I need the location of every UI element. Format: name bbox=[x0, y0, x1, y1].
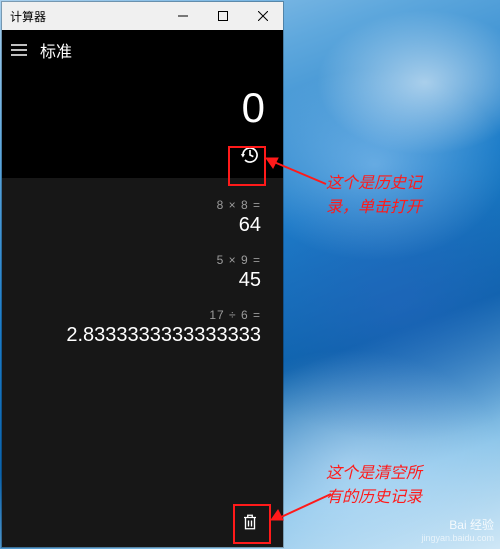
history-item[interactable]: 17 ÷ 6 = 2.8333333333333333 bbox=[2, 302, 283, 357]
menu-button[interactable] bbox=[8, 39, 30, 61]
watermark-brand: Bai 经验 bbox=[449, 518, 494, 532]
clear-history-button[interactable] bbox=[235, 507, 265, 537]
history-expression: 5 × 9 = bbox=[24, 253, 261, 267]
history-item[interactable]: 5 × 9 = 45 bbox=[2, 247, 283, 302]
calculator-body: 标准 0 8 × 8 = 64 5 × 9 = 45 bbox=[2, 30, 283, 547]
trash-icon bbox=[241, 513, 259, 531]
history-panel: 8 × 8 = 64 5 × 9 = 45 17 ÷ 6 = 2.8333333… bbox=[2, 178, 283, 547]
display-value: 0 bbox=[2, 66, 283, 140]
calculator-window: 计算器 标准 0 bbox=[2, 2, 283, 547]
history-result: 64 bbox=[24, 214, 261, 237]
history-result: 45 bbox=[24, 269, 261, 292]
minimize-icon bbox=[178, 11, 188, 21]
window-title: 计算器 bbox=[2, 8, 163, 25]
watermark-sub: jingyan.baidu.com bbox=[421, 533, 494, 543]
maximize-button[interactable] bbox=[203, 2, 243, 30]
history-expression: 8 × 8 = bbox=[24, 198, 261, 212]
close-icon bbox=[258, 11, 268, 21]
history-toggle-row bbox=[2, 140, 283, 178]
titlebar: 计算器 bbox=[2, 2, 283, 30]
history-list: 8 × 8 = 64 5 × 9 = 45 17 ÷ 6 = 2.8333333… bbox=[2, 192, 283, 507]
mode-label: 标准 bbox=[40, 38, 72, 62]
close-button[interactable] bbox=[243, 2, 283, 30]
watermark: Bai 经验 jingyan.baidu.com bbox=[421, 518, 494, 545]
history-result: 2.8333333333333333 bbox=[24, 324, 261, 347]
maximize-icon bbox=[218, 11, 228, 21]
history-icon bbox=[240, 145, 260, 165]
history-button[interactable] bbox=[235, 140, 265, 170]
minimize-button[interactable] bbox=[163, 2, 203, 30]
mode-row: 标准 bbox=[2, 30, 283, 66]
history-item[interactable]: 8 × 8 = 64 bbox=[2, 192, 283, 247]
hamburger-icon bbox=[11, 44, 27, 56]
trash-row bbox=[2, 507, 283, 547]
history-expression: 17 ÷ 6 = bbox=[24, 308, 261, 322]
